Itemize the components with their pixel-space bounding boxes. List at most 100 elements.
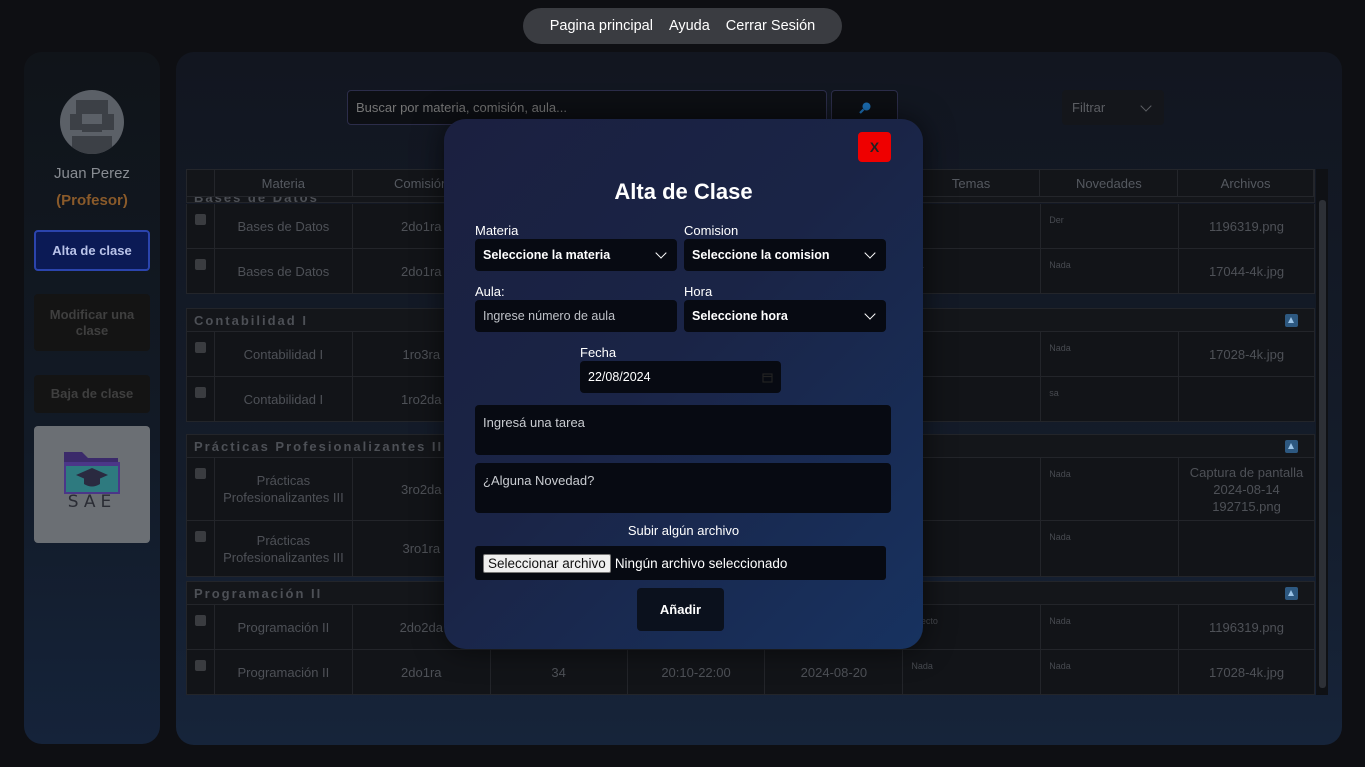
row-checkbox[interactable] [195,259,206,270]
cell-novedades-text: Nada [1049,532,1071,542]
group-title-text: Contabilidad I [194,312,308,328]
cell-temas: da [903,458,1042,520]
hora-select-value: Seleccione hora [692,309,788,323]
aula-label: Aula: [475,284,505,299]
hora-select[interactable]: Seleccione hora [684,300,886,332]
cell-materia: Contabilidad I [215,332,353,376]
collapse-arrow-icon[interactable] [1285,587,1298,600]
cell-archivos: 1196319.png [1179,605,1315,649]
cell-novedades-text: sa [1049,388,1059,398]
file-status: Ningún archivo seleccionado [614,555,788,571]
calendar-icon[interactable] [762,372,773,383]
sidebar: Juan Perez (Profesor) Alta de clase Modi… [24,52,160,744]
hora-label: Hora [684,284,713,299]
row-checkbox[interactable] [195,342,206,353]
column-header-5[interactable]: Temas [903,170,1041,196]
cell-novedades-text: Nada [1049,343,1071,353]
logo-text: SAE [67,492,117,512]
cell-materia: Contabilidad I [215,377,353,421]
cell-hora: 20:10-22:00 [628,650,766,694]
upload-label: Subir algún archivo [627,523,740,538]
comision-select-value: Seleccione la comision [692,248,830,262]
cell-materia: Programación II [215,605,353,649]
cell-novedades: Der [1041,204,1180,248]
fecha-label: Fecha [580,345,617,360]
cell-aula: 34 [491,650,628,694]
column-header-7[interactable]: Archivos [1178,170,1314,196]
cell-temas: 1 [903,204,1042,248]
row-checkbox[interactable] [195,468,206,479]
cell-temas: oyecto [903,605,1042,649]
cell-archivos: 17028-4k.jpg [1179,332,1315,376]
collapse-arrow-icon[interactable] [1285,440,1298,453]
select-cell [187,377,215,421]
modal-title: Alta de Clase [614,179,753,204]
comision-select[interactable]: Seleccione la comision [684,239,886,271]
close-button[interactable]: X [858,132,891,162]
cell-archivos: 17028-4k.jpg [1179,650,1315,694]
row-checkbox[interactable] [195,387,206,398]
modificar-clase-button[interactable]: Modificar una clase [34,294,150,351]
alta-de-clase-button[interactable]: Alta de clase [34,230,150,271]
chevron-down-icon [655,247,667,259]
cell-temas [903,377,1042,421]
cell-novedades: Nada [1041,605,1180,649]
cell-novedades-text: Der [1049,215,1064,225]
baja-de-clase-button[interactable]: Baja de clase [34,375,150,413]
aula-input[interactable]: Ingrese número de aula [475,300,677,332]
column-header-6[interactable]: Novedades [1040,170,1179,196]
filter-select[interactable]: Filtrar [1062,90,1164,125]
chevron-down-icon [864,247,876,259]
nav-logout-link[interactable]: Cerrar Sesión [726,18,815,34]
cell-temas: ML [903,249,1042,293]
cell-novedades: Nada [1041,249,1180,293]
cell-novedades: Nada [1041,650,1180,694]
row-checkbox[interactable] [195,615,206,626]
cell-novedades-text: Nada [1049,661,1071,671]
nav-home-link[interactable]: Pagina principal [550,18,653,34]
nav-help-link[interactable]: Ayuda [669,18,710,34]
group-title-text: Prácticas Profesionalizantes III [194,438,449,454]
filter-label: Filtrar [1072,100,1106,115]
user-name: Juan Perez [54,165,130,182]
column-header-0[interactable]: Materia [215,170,353,196]
scrollbar-thumb[interactable] [1319,200,1326,688]
cell-temas: da [903,332,1042,376]
cell-archivos [1179,521,1315,576]
collapse-arrow-icon[interactable] [1285,314,1298,327]
alta-clase-modal: X Alta de Clase Materia Seleccione la ma… [444,119,923,649]
chevron-down-icon [1140,99,1152,112]
cell-novedades: Nada [1041,332,1180,376]
table-row[interactable]: Programación II 2do1ra 34 20:10-22:00 2024-0… [186,650,1315,695]
materia-select-value: Seleccione la materia [483,248,611,262]
select-cell [187,650,215,694]
fecha-input[interactable]: 22/08/2024 [580,361,781,393]
cell-materia: Bases de Datos [215,249,353,293]
cell-materia: Prácticas Profesionalizantes III [215,521,353,576]
select-cell [187,605,215,649]
add-button[interactable]: Añadir [637,588,724,631]
select-file-button[interactable]: Seleccionar archivo [483,553,611,573]
cell-novedades: sa [1041,377,1180,421]
cell-archivos: Captura de pantalla 2024-08-14 192715.pn… [1179,458,1315,520]
novedad-textarea[interactable]: ¿Alguna Novedad? [475,463,891,513]
select-cell [187,204,215,248]
cell-novedades-text: Nada [1049,469,1071,479]
row-checkbox[interactable] [195,214,206,225]
folder-graduation-icon [64,452,120,494]
cell-archivos: 1196319.png [1179,204,1315,248]
cell-temas-text: Nada [911,661,933,671]
tarea-textarea[interactable]: Ingresá una tarea [475,405,891,455]
row-checkbox[interactable] [195,531,206,542]
select-cell [187,249,215,293]
materia-select[interactable]: Seleccione la materia [475,239,677,271]
user-role: (Profesor) [56,192,128,209]
fecha-value: 22/08/2024 [588,370,651,384]
cell-temas: da [903,521,1042,576]
group-title-text: Programación II [194,585,323,601]
cell-archivos: 17044-4k.jpg [1179,249,1315,293]
select-cell [187,332,215,376]
row-checkbox[interactable] [195,660,206,671]
cell-novedades: Nada [1041,458,1180,520]
select-cell [187,458,215,520]
